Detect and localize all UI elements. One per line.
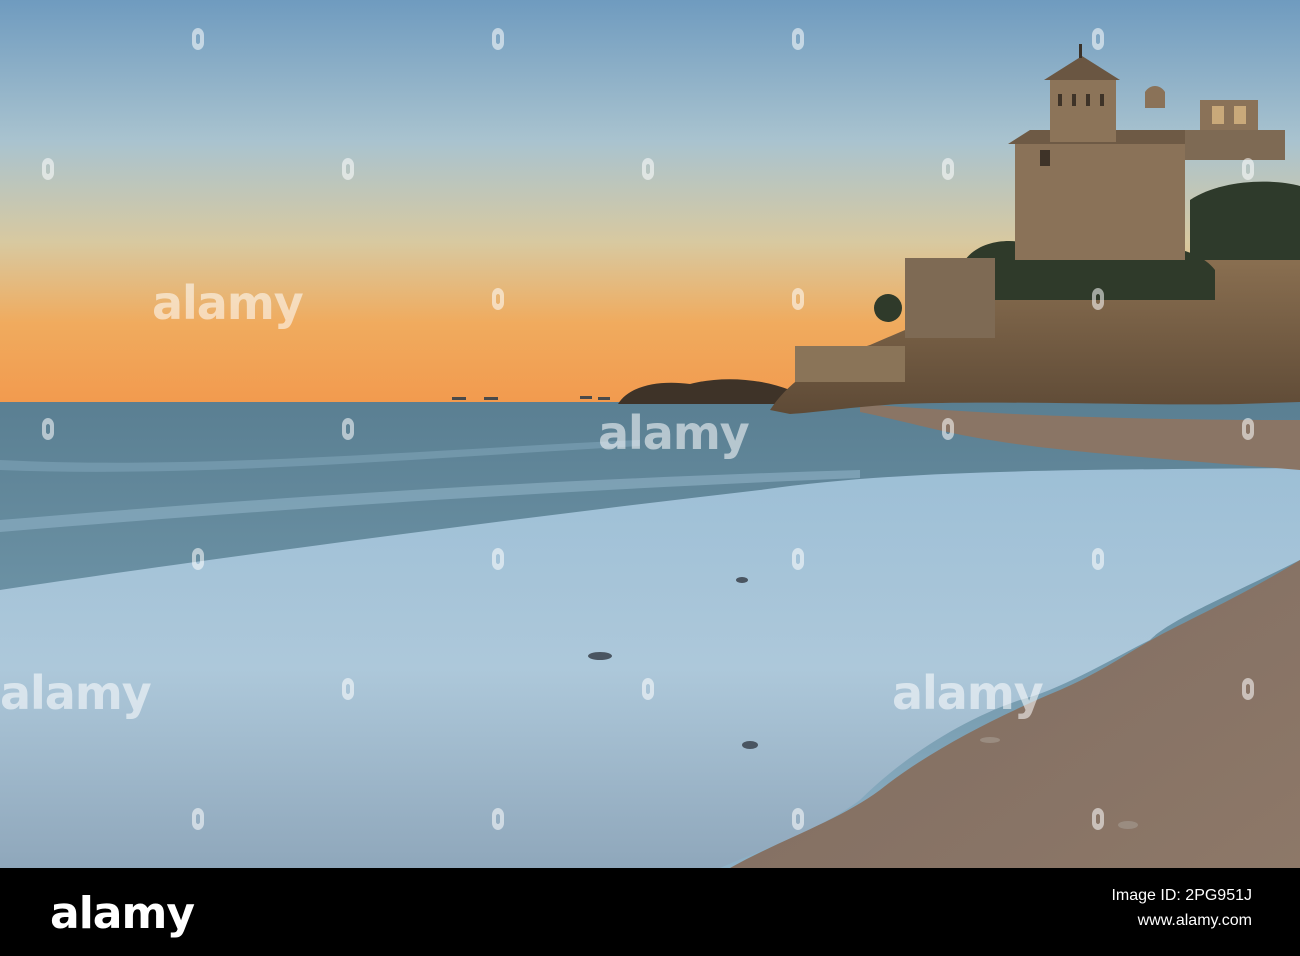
vegetation	[1190, 181, 1300, 260]
belfry-opening	[1212, 106, 1224, 124]
image-id: Image ID: 2PG951J	[1111, 887, 1252, 904]
photo	[0, 0, 1300, 868]
pebble	[588, 652, 612, 660]
castle-outer-wall	[905, 258, 995, 338]
tower-spire	[1079, 44, 1082, 58]
beach-castle-scene	[0, 0, 1300, 868]
belfry-opening	[1234, 106, 1246, 124]
distant-ship	[452, 397, 466, 400]
site-url[interactable]: www.alamy.com	[1111, 910, 1252, 932]
alamy-logo[interactable]: alamy	[50, 888, 195, 939]
image-info: Image ID: 2PG951J www.alamy.com	[1111, 886, 1252, 932]
castle-annex	[1185, 130, 1285, 160]
pebble	[742, 741, 758, 749]
distant-ship	[580, 396, 592, 399]
castle-window	[1040, 150, 1050, 166]
belfry	[1200, 100, 1258, 134]
pebble	[736, 577, 748, 583]
pebble	[980, 737, 1000, 743]
tower-window	[1072, 94, 1076, 106]
pebble	[1118, 821, 1138, 829]
tower-window	[1086, 94, 1090, 106]
distant-ship	[598, 397, 610, 400]
belfry	[1145, 86, 1165, 108]
tower-window	[1100, 94, 1104, 106]
footer-bar: alamy Image ID: 2PG951J www.alamy.com	[0, 868, 1300, 956]
tower-window	[1058, 94, 1062, 106]
distant-ship	[484, 397, 498, 400]
stone-wall	[795, 346, 905, 382]
castle-tower	[1050, 80, 1116, 142]
tree	[874, 294, 902, 322]
